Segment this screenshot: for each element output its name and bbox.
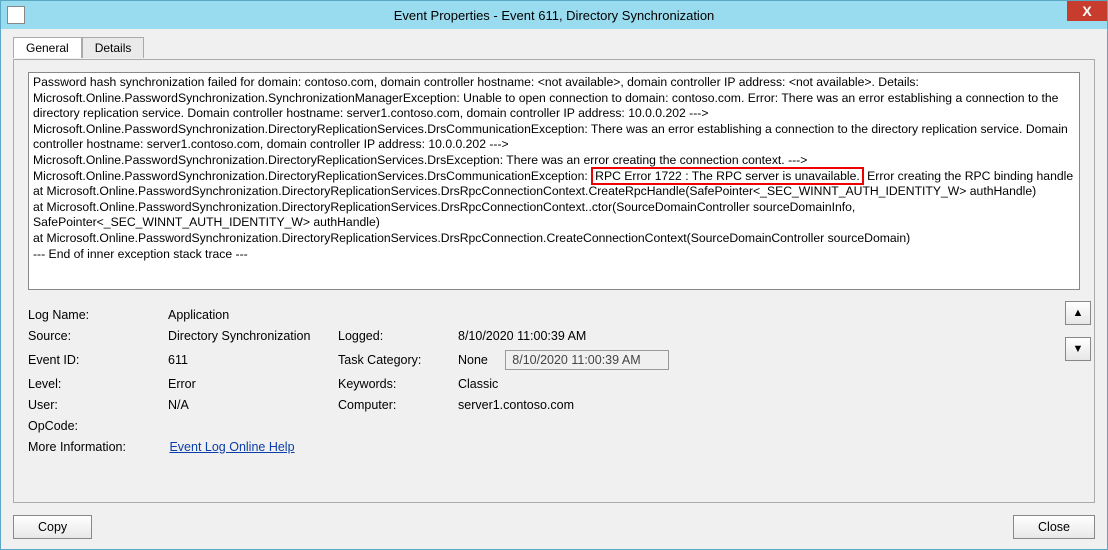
desc-text: at Microsoft.Online.PasswordSynchronizat… xyxy=(33,200,1075,231)
more-info-label: More Information: xyxy=(28,440,126,454)
event-id-value: 611 xyxy=(168,353,338,367)
event-fields-grid: Log Name: Application Source: Directory … xyxy=(28,308,1080,433)
copy-button[interactable]: Copy xyxy=(13,515,92,539)
desc-text: at Microsoft.Online.PasswordSynchronizat… xyxy=(33,184,1075,200)
source-value: Directory Synchronization xyxy=(168,329,338,343)
opcode-label: OpCode: xyxy=(28,419,168,433)
computer-value: server1.contoso.com xyxy=(458,398,678,412)
description-wrapper: Password hash synchronization failed for… xyxy=(28,72,1080,290)
rpc-error-highlight: RPC Error 1722 : The RPC server is unava… xyxy=(591,167,864,185)
desc-text: at Microsoft.Online.PasswordSynchronizat… xyxy=(33,231,1075,247)
computer-label: Computer: xyxy=(338,398,458,412)
event-properties-window: Event Properties - Event 611, Directory … xyxy=(0,0,1108,550)
desc-text: Error creating the RPC binding handle xyxy=(864,169,1073,183)
logged-time-box[interactable]: 8/10/2020 11:00:39 AM xyxy=(505,350,669,370)
task-category-value: None xyxy=(458,353,488,367)
close-button[interactable]: Close xyxy=(1013,515,1095,539)
tab-general[interactable]: General xyxy=(13,37,82,58)
tab-general-body: Password hash synchronization failed for… xyxy=(13,59,1095,503)
desc-text: Microsoft.Online.PasswordSynchronization… xyxy=(33,153,1075,169)
level-label: Level: xyxy=(28,377,168,391)
tab-strip: General Details xyxy=(13,37,144,58)
logged-value: 8/10/2020 11:00:39 AM xyxy=(458,329,678,343)
level-value: Error xyxy=(168,377,338,391)
event-log-online-help-link[interactable]: Event Log Online Help xyxy=(169,440,294,454)
window-close-button[interactable]: X xyxy=(1067,1,1107,21)
close-icon: X xyxy=(1082,3,1091,19)
desc-text: , domain controller hostname: <not avail… xyxy=(374,75,919,89)
arrow-up-icon: ▲ xyxy=(1073,307,1084,319)
keywords-value: Classic xyxy=(458,377,678,391)
log-name-value: Application xyxy=(168,308,338,322)
desc-text: Microsoft.Online.PasswordSynchronization… xyxy=(33,169,591,183)
user-label: User: xyxy=(28,398,168,412)
window-title: Event Properties - Event 611, Directory … xyxy=(1,8,1107,23)
client-area: General Details Password hash synchroniz… xyxy=(1,29,1107,549)
event-id-label: Event ID: xyxy=(28,353,168,367)
bottom-button-bar: Copy Close xyxy=(13,515,1095,539)
task-category-label: Task Category: xyxy=(338,353,458,367)
desc-text: --- End of inner exception stack trace -… xyxy=(33,247,1075,263)
user-value: N/A xyxy=(168,398,338,412)
keywords-label: Keywords: xyxy=(338,377,458,391)
next-event-button[interactable]: ▼ xyxy=(1065,337,1091,361)
desc-domain: contoso.com xyxy=(305,75,374,89)
titlebar: Event Properties - Event 611, Directory … xyxy=(1,1,1107,29)
prev-event-button[interactable]: ▲ xyxy=(1065,301,1091,325)
tab-details[interactable]: Details xyxy=(82,37,145,58)
desc-text: Microsoft.Online.PasswordSynchronization… xyxy=(33,91,1075,122)
logged-label: Logged: xyxy=(338,329,458,343)
more-info-row: More Information: Event Log Online Help xyxy=(28,440,1080,454)
log-name-label: Log Name: xyxy=(28,308,168,322)
desc-text: Password hash synchronization failed for… xyxy=(33,75,305,89)
arrow-down-icon: ▼ xyxy=(1073,343,1084,355)
event-description-text[interactable]: Password hash synchronization failed for… xyxy=(28,72,1080,290)
source-label: Source: xyxy=(28,329,168,343)
desc-text: Microsoft.Online.PasswordSynchronization… xyxy=(33,122,1075,153)
